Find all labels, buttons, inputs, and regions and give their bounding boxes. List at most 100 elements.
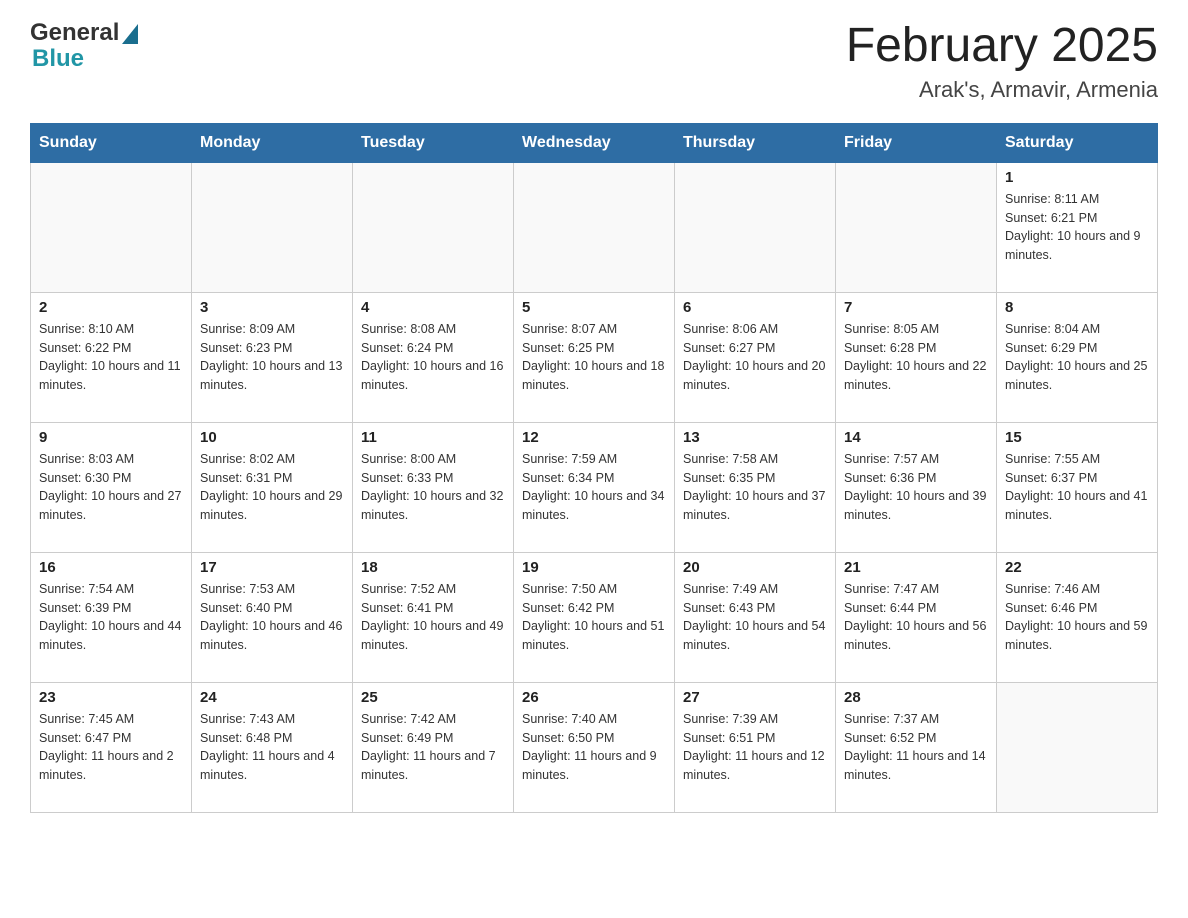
day-number: 21 — [844, 559, 988, 576]
day-header-friday: Friday — [836, 123, 997, 162]
logo-triangle-icon — [122, 24, 138, 44]
calendar-cell: 14 Sunrise: 7:57 AMSunset: 6:36 PMDayligh… — [836, 422, 997, 552]
day-info: Sunrise: 8:07 AMSunset: 6:25 PMDaylight:… — [522, 320, 666, 395]
calendar-cell: 15 Sunrise: 7:55 AMSunset: 6:37 PMDayligh… — [997, 422, 1158, 552]
calendar-cell — [997, 682, 1158, 812]
day-info: Sunrise: 7:53 AMSunset: 6:40 PMDaylight:… — [200, 580, 344, 655]
calendar-cell: 17 Sunrise: 7:53 AMSunset: 6:40 PMDayligh… — [192, 552, 353, 682]
day-header-monday: Monday — [192, 123, 353, 162]
calendar-cell: 22 Sunrise: 7:46 AMSunset: 6:46 PMDayligh… — [997, 552, 1158, 682]
day-info: Sunrise: 7:57 AMSunset: 6:36 PMDaylight:… — [844, 450, 988, 525]
day-header-sunday: Sunday — [31, 123, 192, 162]
day-number: 10 — [200, 429, 344, 446]
day-info: Sunrise: 7:50 AMSunset: 6:42 PMDaylight:… — [522, 580, 666, 655]
day-number: 12 — [522, 429, 666, 446]
calendar-cell: 1 Sunrise: 8:11 AMSunset: 6:21 PMDaylight… — [997, 162, 1158, 292]
day-info: Sunrise: 7:59 AMSunset: 6:34 PMDaylight:… — [522, 450, 666, 525]
calendar-cell: 11 Sunrise: 8:00 AMSunset: 6:33 PMDayligh… — [353, 422, 514, 552]
calendar-cell: 9 Sunrise: 8:03 AMSunset: 6:30 PMDaylight… — [31, 422, 192, 552]
day-header-wednesday: Wednesday — [514, 123, 675, 162]
day-info: Sunrise: 8:11 AMSunset: 6:21 PMDaylight:… — [1005, 190, 1149, 265]
day-number: 14 — [844, 429, 988, 446]
day-number: 5 — [522, 299, 666, 316]
calendar-cell: 27 Sunrise: 7:39 AMSunset: 6:51 PMDayligh… — [675, 682, 836, 812]
day-info: Sunrise: 8:06 AMSunset: 6:27 PMDaylight:… — [683, 320, 827, 395]
day-number: 9 — [39, 429, 183, 446]
day-number: 4 — [361, 299, 505, 316]
day-info: Sunrise: 7:39 AMSunset: 6:51 PMDaylight:… — [683, 710, 827, 785]
logo: General Blue — [30, 20, 138, 73]
day-number: 25 — [361, 689, 505, 706]
day-info: Sunrise: 7:54 AMSunset: 6:39 PMDaylight:… — [39, 580, 183, 655]
calendar-cell: 8 Sunrise: 8:04 AMSunset: 6:29 PMDaylight… — [997, 292, 1158, 422]
calendar-cell: 2 Sunrise: 8:10 AMSunset: 6:22 PMDaylight… — [31, 292, 192, 422]
calendar-cell: 28 Sunrise: 7:37 AMSunset: 6:52 PMDayligh… — [836, 682, 997, 812]
page-header: General Blue February 2025 Arak's, Armav… — [30, 20, 1158, 103]
week-row-2: 2 Sunrise: 8:10 AMSunset: 6:22 PMDaylight… — [31, 292, 1158, 422]
calendar-cell: 16 Sunrise: 7:54 AMSunset: 6:39 PMDayligh… — [31, 552, 192, 682]
calendar-cell: 20 Sunrise: 7:49 AMSunset: 6:43 PMDayligh… — [675, 552, 836, 682]
day-info: Sunrise: 7:37 AMSunset: 6:52 PMDaylight:… — [844, 710, 988, 785]
calendar-title: February 2025 — [846, 20, 1158, 73]
day-info: Sunrise: 7:40 AMSunset: 6:50 PMDaylight:… — [522, 710, 666, 785]
calendar-cell: 26 Sunrise: 7:40 AMSunset: 6:50 PMDayligh… — [514, 682, 675, 812]
day-header-thursday: Thursday — [675, 123, 836, 162]
calendar-cell: 25 Sunrise: 7:42 AMSunset: 6:49 PMDayligh… — [353, 682, 514, 812]
calendar-subtitle: Arak's, Armavir, Armenia — [846, 77, 1158, 103]
calendar-cell — [31, 162, 192, 292]
calendar-table: SundayMondayTuesdayWednesdayThursdayFrid… — [30, 123, 1158, 813]
day-info: Sunrise: 7:58 AMSunset: 6:35 PMDaylight:… — [683, 450, 827, 525]
day-number: 15 — [1005, 429, 1149, 446]
day-info: Sunrise: 8:00 AMSunset: 6:33 PMDaylight:… — [361, 450, 505, 525]
calendar-cell — [192, 162, 353, 292]
day-number: 20 — [683, 559, 827, 576]
day-info: Sunrise: 8:04 AMSunset: 6:29 PMDaylight:… — [1005, 320, 1149, 395]
week-row-4: 16 Sunrise: 7:54 AMSunset: 6:39 PMDayligh… — [31, 552, 1158, 682]
day-header-saturday: Saturday — [997, 123, 1158, 162]
day-number: 17 — [200, 559, 344, 576]
day-info: Sunrise: 7:55 AMSunset: 6:37 PMDaylight:… — [1005, 450, 1149, 525]
title-block: February 2025 Arak's, Armavir, Armenia — [846, 20, 1158, 103]
day-info: Sunrise: 8:03 AMSunset: 6:30 PMDaylight:… — [39, 450, 183, 525]
day-number: 26 — [522, 689, 666, 706]
days-header-row: SundayMondayTuesdayWednesdayThursdayFrid… — [31, 123, 1158, 162]
day-info: Sunrise: 7:49 AMSunset: 6:43 PMDaylight:… — [683, 580, 827, 655]
day-number: 11 — [361, 429, 505, 446]
day-info: Sunrise: 7:43 AMSunset: 6:48 PMDaylight:… — [200, 710, 344, 785]
day-number: 27 — [683, 689, 827, 706]
day-info: Sunrise: 8:10 AMSunset: 6:22 PMDaylight:… — [39, 320, 183, 395]
calendar-cell: 6Sunrise: 8:06 AMSunset: 6:27 PMDaylight… — [675, 292, 836, 422]
calendar-cell: 23 Sunrise: 7:45 AMSunset: 6:47 PMDayligh… — [31, 682, 192, 812]
week-row-3: 9 Sunrise: 8:03 AMSunset: 6:30 PMDaylight… — [31, 422, 1158, 552]
logo-blue-text: Blue — [32, 45, 84, 72]
day-number: 13 — [683, 429, 827, 446]
day-number: 19 — [522, 559, 666, 576]
week-row-1: 1 Sunrise: 8:11 AMSunset: 6:21 PMDaylight… — [31, 162, 1158, 292]
calendar-cell — [353, 162, 514, 292]
day-number: 1 — [1005, 169, 1149, 186]
day-info: Sunrise: 7:46 AMSunset: 6:46 PMDaylight:… — [1005, 580, 1149, 655]
day-info: Sunrise: 7:42 AMSunset: 6:49 PMDaylight:… — [361, 710, 505, 785]
calendar-cell: 3Sunrise: 8:09 AMSunset: 6:23 PMDaylight… — [192, 292, 353, 422]
day-info: Sunrise: 7:45 AMSunset: 6:47 PMDaylight:… — [39, 710, 183, 785]
calendar-cell — [836, 162, 997, 292]
day-header-tuesday: Tuesday — [353, 123, 514, 162]
calendar-cell — [514, 162, 675, 292]
calendar-cell: 19 Sunrise: 7:50 AMSunset: 6:42 PMDayligh… — [514, 552, 675, 682]
day-info: Sunrise: 8:02 AMSunset: 6:31 PMDaylight:… — [200, 450, 344, 525]
day-number: 22 — [1005, 559, 1149, 576]
calendar-cell: 7Sunrise: 8:05 AMSunset: 6:28 PMDaylight… — [836, 292, 997, 422]
day-number: 2 — [39, 299, 183, 316]
calendar-cell: 24 Sunrise: 7:43 AMSunset: 6:48 PMDayligh… — [192, 682, 353, 812]
day-number: 16 — [39, 559, 183, 576]
day-number: 24 — [200, 689, 344, 706]
day-number: 8 — [1005, 299, 1149, 316]
calendar-cell: 12 Sunrise: 7:59 AMSunset: 6:34 PMDayligh… — [514, 422, 675, 552]
day-number: 23 — [39, 689, 183, 706]
day-info: Sunrise: 7:52 AMSunset: 6:41 PMDaylight:… — [361, 580, 505, 655]
day-number: 3 — [200, 299, 344, 316]
calendar-cell: 18Sunrise: 7:52 AMSunset: 6:41 PMDayligh… — [353, 552, 514, 682]
day-number: 28 — [844, 689, 988, 706]
calendar-cell — [675, 162, 836, 292]
calendar-cell: 4Sunrise: 8:08 AMSunset: 6:24 PMDaylight… — [353, 292, 514, 422]
